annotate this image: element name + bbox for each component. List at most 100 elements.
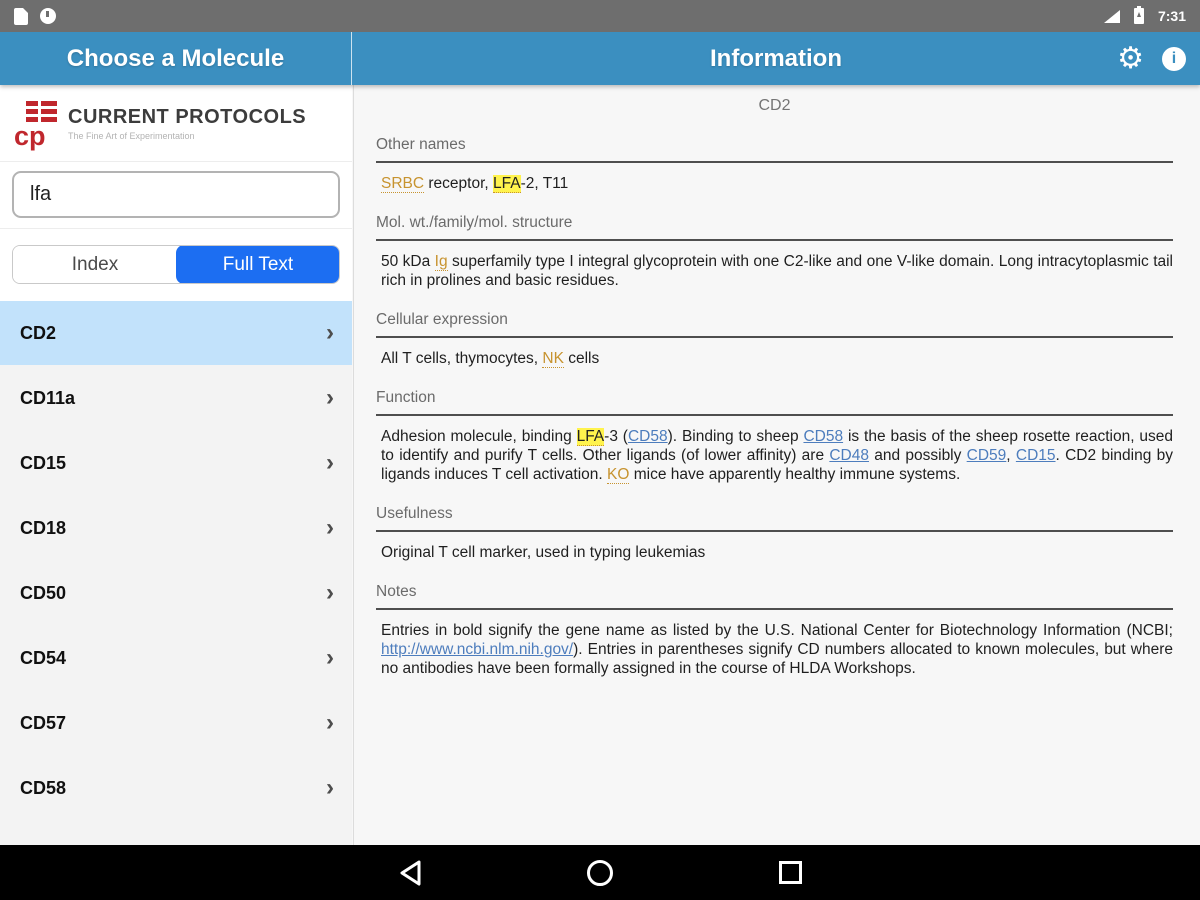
molecule-list[interactable]: CD2 › CD11a › CD15 › CD18 › CD50 › CD54 … [0, 301, 352, 845]
text-segment: -3 ( [604, 428, 628, 445]
brand-name: CURRENT PROTOCOLS [68, 105, 307, 128]
chevron-right-icon: › [326, 644, 334, 671]
battery-icon [1133, 6, 1144, 24]
inline-link[interactable]: CD15 [1016, 447, 1056, 464]
section-notes: Notes Entries in bold signify the gene n… [376, 583, 1173, 678]
inline-link[interactable]: CD48 [829, 447, 869, 464]
molecule-sidebar: cp CURRENT PROTOCOLS The Fine Art of Exp… [0, 85, 352, 845]
status-bar: 7:31 [0, 0, 1200, 32]
search-input[interactable] [12, 171, 340, 218]
cp-logo-icon: cp [14, 97, 60, 150]
list-item-cd58[interactable]: CD58 › [0, 756, 352, 820]
text-segment: receptor, [424, 175, 494, 192]
chevron-right-icon: › [326, 449, 334, 476]
glossary-term[interactable]: NK [542, 350, 564, 368]
section-divider [376, 336, 1173, 338]
android-nav-bar [0, 845, 1200, 900]
list-item-label: CD58 [20, 777, 67, 798]
molecule-title: CD2 [758, 97, 791, 114]
information-panel: CD2 Other names SRBC receptor, LFA-2, T1… [353, 85, 1200, 845]
info-icon[interactable]: i [1162, 46, 1186, 71]
text-segment: Adhesion molecule, binding [381, 428, 577, 445]
glossary-term[interactable]: SRBC [381, 175, 425, 193]
notification-doc-icon [14, 7, 28, 25]
home-button[interactable] [560, 845, 640, 900]
section-heading: Function [376, 389, 436, 406]
inline-link[interactable]: CD58 [803, 428, 843, 445]
clock-time: 7:31 [1157, 8, 1186, 24]
signal-icon [1103, 9, 1120, 23]
back-button[interactable] [370, 845, 450, 900]
tab-index[interactable]: Index [13, 246, 177, 283]
list-item-cd15[interactable]: CD15 › [0, 431, 352, 495]
inline-link[interactable]: CD58 [628, 428, 668, 445]
left-header: Choose a Molecule [0, 32, 352, 85]
text-segment: , [1006, 447, 1016, 464]
section-body: Adhesion molecule, binding LFA-3 (CD58).… [376, 427, 1173, 484]
text-segment: All T cells, thymocytes, [381, 350, 543, 367]
glossary-term[interactable]: Ig [434, 253, 448, 271]
list-item-label: CD15 [20, 452, 67, 473]
inline-link[interactable]: http://www.ncbi.nlm.nih.gov/ [381, 641, 573, 658]
section-heading: Usefulness [376, 505, 453, 522]
status-indicators: 7:31 [1103, 6, 1186, 24]
list-item-label: CD2 [20, 322, 57, 343]
list-item-cd2[interactable]: CD2 › [0, 301, 352, 365]
app-screen: 7:31 Choose a Molecule Information ⚙ i c… [0, 0, 1200, 900]
chevron-right-icon: › [326, 319, 334, 346]
list-item-cd57[interactable]: CD57 › [0, 691, 352, 755]
text-segment: and possibly [868, 447, 967, 464]
sidebar-top: cp CURRENT PROTOCOLS The Fine Art of Exp… [0, 85, 352, 302]
section-cellular-expression: Cellular expression All T cells, thymocy… [376, 311, 1173, 368]
list-item-label: CD11a [20, 387, 76, 408]
left-panel-title: Choose a Molecule [66, 44, 285, 72]
section-divider [376, 414, 1173, 416]
text-segment: -2, T11 [520, 175, 569, 192]
list-item-label: CD18 [20, 517, 67, 538]
notification-clock-icon [40, 8, 56, 24]
search-highlight[interactable]: LFA [576, 428, 605, 446]
home-circle-icon [587, 859, 613, 886]
chevron-right-icon: › [326, 774, 334, 801]
text-segment: Original T cell marker, used in typing l… [381, 544, 706, 561]
text-segment: mice have apparently healthy immune syst… [629, 466, 961, 483]
list-item-label: CD57 [20, 712, 67, 733]
section-other-names: Other names SRBC receptor, LFA-2, T11 [376, 136, 1173, 193]
chevron-right-icon: › [326, 709, 334, 736]
section-heading: Mol. wt./family/mol. structure [376, 214, 573, 231]
text-segment: ). Binding to sheep [667, 428, 804, 445]
text-segment: 50 kDa [381, 253, 435, 270]
search-highlight[interactable]: LFA [493, 175, 521, 193]
tab-full-text[interactable]: Full Text [176, 246, 339, 283]
list-item-cd11a[interactable]: CD11a › [0, 366, 352, 430]
chevron-right-icon: › [326, 579, 334, 606]
recents-square-icon [778, 861, 802, 884]
chevron-right-icon: › [326, 384, 334, 411]
glossary-term[interactable]: KO [607, 466, 630, 484]
recents-button[interactable] [750, 845, 830, 900]
settings-gear-icon[interactable]: ⚙ [1117, 43, 1144, 74]
logo-bars [26, 101, 57, 122]
text-segment: Entries in bold signify the gene name as… [381, 622, 1173, 639]
section-divider [376, 608, 1173, 610]
section-usefulness: Usefulness Original T cell marker, used … [376, 505, 1173, 562]
list-item-cd102[interactable]: CD102 › [0, 821, 352, 845]
list-item-cd50[interactable]: CD50 › [0, 561, 352, 625]
status-notifications [14, 7, 56, 25]
inline-link[interactable]: CD59 [967, 447, 1007, 464]
chevron-right-icon: › [326, 514, 334, 541]
section-body: SRBC receptor, LFA-2, T11 [376, 174, 1173, 193]
brand-logo: cp CURRENT PROTOCOLS The Fine Art of Exp… [0, 85, 352, 162]
text-segment: cells [563, 350, 600, 367]
list-item-cd18[interactable]: CD18 › [0, 496, 352, 560]
section-body: Entries in bold signify the gene name as… [376, 621, 1173, 678]
text-segment: superfamily type I integral glycoprotein… [381, 253, 1174, 289]
back-triangle-icon [400, 860, 421, 885]
app-header: Choose a Molecule Information ⚙ i [0, 32, 1200, 85]
list-item-label: CD50 [20, 582, 67, 603]
section-body: Original T cell marker, used in typing l… [376, 543, 1173, 562]
section-heading: Other names [376, 136, 466, 153]
section-divider [376, 530, 1173, 532]
section-divider [376, 161, 1173, 163]
list-item-cd54[interactable]: CD54 › [0, 626, 352, 690]
